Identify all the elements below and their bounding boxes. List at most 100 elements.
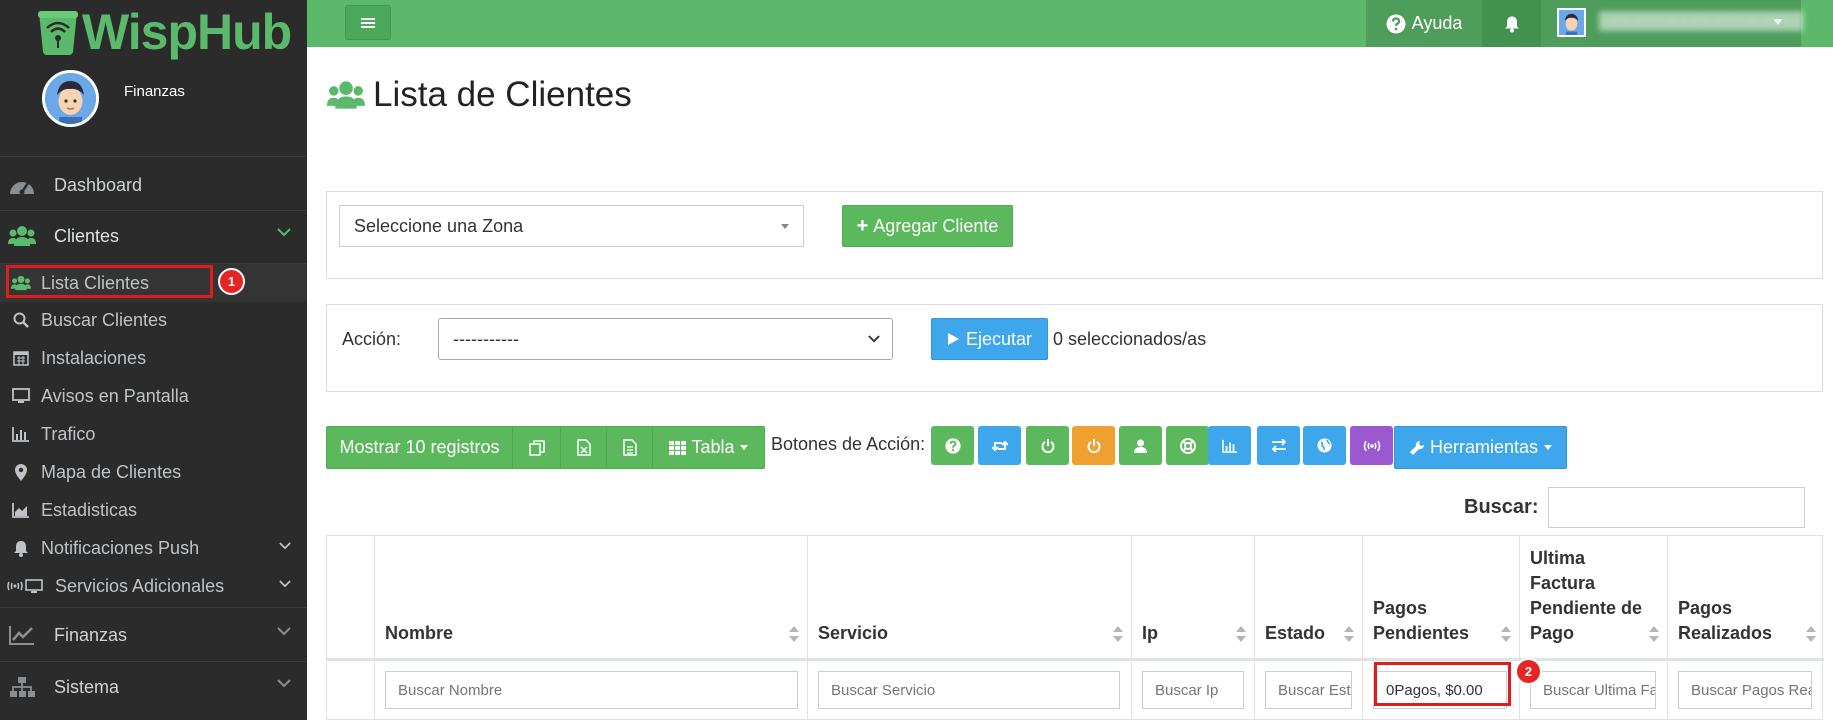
globe-icon bbox=[1317, 438, 1332, 453]
sort-icon bbox=[1113, 626, 1123, 642]
sort-icon bbox=[1806, 626, 1816, 642]
filter-estado-input[interactable] bbox=[1265, 671, 1352, 709]
broadcast-action-button[interactable] bbox=[1350, 426, 1393, 465]
table-grid-icon bbox=[669, 440, 687, 455]
sort-icon bbox=[1236, 626, 1246, 642]
view-mode-dropdown[interactable]: Tabla bbox=[653, 427, 764, 468]
chevron-down-icon bbox=[277, 627, 291, 636]
tools-label: Herramientas bbox=[1429, 437, 1539, 457]
filter-cell bbox=[808, 661, 1132, 720]
user-avatar-small bbox=[1557, 8, 1586, 37]
wrench-icon bbox=[1409, 440, 1424, 455]
column-header-ip[interactable]: Ip bbox=[1132, 536, 1255, 658]
sidebar-item-clientes[interactable]: Clientes bbox=[0, 211, 307, 261]
top-navbar: Ayuda ██████████████████ bbox=[307, 0, 1833, 47]
zona-select[interactable]: Seleccione una Zona bbox=[339, 205, 804, 247]
sidebar-item-mapa-clientes[interactable]: Mapa de Clientes bbox=[0, 453, 307, 491]
sidebar-item-instalaciones[interactable]: Instalaciones bbox=[0, 339, 307, 377]
step-marker-2: 2 bbox=[1515, 658, 1542, 685]
column-header-ultima-factura[interactable]: Ultima Factura Pendiente de Pago bbox=[1520, 536, 1668, 658]
bar-chart-icon bbox=[1221, 439, 1237, 453]
avatar-face-icon bbox=[1559, 10, 1584, 35]
help-label: Ayuda bbox=[1411, 13, 1463, 33]
copy-icon bbox=[528, 439, 545, 456]
user-role: Finanzas bbox=[124, 83, 185, 100]
users-icon bbox=[8, 223, 36, 249]
filter-pagos-realizados-input[interactable] bbox=[1678, 671, 1812, 709]
bell-icon bbox=[11, 538, 31, 558]
column-header-pagos-pendientes[interactable]: Pagos Pendientes bbox=[1363, 536, 1520, 658]
traffic-chart-action-button[interactable] bbox=[1208, 426, 1251, 465]
exchange-action-button[interactable] bbox=[1257, 426, 1300, 465]
export-pdf-button[interactable] bbox=[607, 427, 653, 468]
sidebar-toggle-button[interactable] bbox=[345, 5, 391, 40]
add-client-button[interactable]: + Agregar Cliente bbox=[842, 205, 1013, 247]
help-button[interactable]: Ayuda bbox=[1366, 0, 1482, 47]
sort-icon bbox=[1501, 626, 1511, 642]
filter-nombre-input[interactable] bbox=[385, 671, 798, 709]
column-header-nombre[interactable]: Nombre bbox=[375, 536, 808, 658]
export-excel-button[interactable] bbox=[561, 427, 607, 468]
sidebar-item-dashboard[interactable]: Dashboard bbox=[0, 160, 307, 210]
brand-name: WispHub bbox=[82, 4, 292, 60]
map-marker-icon bbox=[11, 462, 31, 482]
bar-chart-icon bbox=[11, 424, 31, 444]
copy-button[interactable] bbox=[513, 427, 561, 468]
broadcast-monitor-icon bbox=[7, 576, 43, 596]
filter-cell bbox=[1132, 661, 1255, 720]
power-off-action-button[interactable] bbox=[1072, 426, 1115, 465]
sidebar-item-estadisticas[interactable]: Estadisticas bbox=[0, 491, 307, 529]
tools-dropdown-button[interactable]: Herramientas bbox=[1394, 426, 1567, 469]
selected-count: 0 seleccionados/as bbox=[1053, 329, 1207, 349]
user-avatar[interactable] bbox=[42, 70, 99, 127]
sidebar-item-trafico[interactable]: Trafico bbox=[0, 415, 307, 453]
filter-ultima-factura-input[interactable] bbox=[1530, 671, 1656, 709]
brand-logo[interactable]: WispHub bbox=[36, 4, 292, 60]
column-header-estado[interactable]: Estado bbox=[1255, 536, 1363, 658]
sidebar-divider bbox=[0, 607, 307, 608]
show-records-button[interactable]: Mostrar 10 registros bbox=[327, 427, 513, 468]
help-action-button[interactable] bbox=[931, 426, 974, 465]
execute-label: Ejecutar bbox=[965, 328, 1033, 349]
bell-icon bbox=[1504, 16, 1519, 32]
sidebar-item-label: Instalaciones bbox=[41, 347, 147, 368]
sidebar-item-buscar-clientes[interactable]: Buscar Clientes bbox=[0, 301, 307, 339]
sidebar-item-avisos-pantalla[interactable]: Avisos en Pantalla bbox=[0, 377, 307, 415]
execute-button[interactable]: Ejecutar bbox=[931, 318, 1048, 360]
retweet-action-button[interactable] bbox=[978, 426, 1021, 465]
search-input[interactable] bbox=[1548, 487, 1805, 528]
power-on-action-button[interactable] bbox=[1026, 426, 1069, 465]
broadcast-icon bbox=[1363, 440, 1380, 451]
sidebar-item-notificaciones-push[interactable]: Notificaciones Push bbox=[0, 529, 307, 567]
column-header-select[interactable] bbox=[327, 536, 375, 658]
user-menu-button[interactable]: ██████████████████ bbox=[1541, 0, 1803, 47]
column-header-pagos-realizados[interactable]: Pagos Realizados bbox=[1668, 536, 1824, 658]
accion-select[interactable]: ----------- bbox=[438, 318, 893, 360]
page-title: Lista de Clientes bbox=[327, 75, 632, 115]
sidebar-item-label: Avisos en Pantalla bbox=[41, 385, 189, 406]
excel-file-icon bbox=[576, 439, 591, 456]
play-icon bbox=[947, 333, 959, 345]
filter-cell-empty bbox=[327, 661, 375, 720]
support-action-button[interactable] bbox=[1166, 426, 1209, 465]
user-action-button[interactable] bbox=[1119, 426, 1162, 465]
sidebar-item-finanzas[interactable]: Finanzas bbox=[0, 610, 307, 660]
sort-icon bbox=[1649, 626, 1659, 642]
accion-label: Acción: bbox=[342, 329, 402, 349]
sidebar-item-sistema[interactable]: Sistema bbox=[0, 662, 307, 712]
filter-cell bbox=[1668, 661, 1824, 720]
chevron-down-icon bbox=[277, 228, 291, 237]
filter-ip-input[interactable] bbox=[1142, 671, 1244, 709]
sidebar-item-servicios-adicionales[interactable]: Servicios Adicionales bbox=[0, 567, 307, 605]
globe-action-button[interactable] bbox=[1303, 426, 1346, 465]
question-circle-icon bbox=[944, 437, 961, 454]
filter-cell bbox=[375, 661, 808, 720]
highlight-box-pagos-pendientes bbox=[1374, 662, 1511, 706]
area-chart-icon bbox=[11, 500, 31, 520]
sidebar-item-label: Trafico bbox=[41, 423, 96, 444]
chevron-down-icon bbox=[279, 542, 291, 550]
sidebar: WispHub Finanzas Dashboard Clientes List… bbox=[0, 0, 307, 720]
filter-servicio-input[interactable] bbox=[818, 671, 1120, 709]
notifications-button[interactable] bbox=[1482, 0, 1541, 47]
column-header-servicio[interactable]: Servicio bbox=[808, 536, 1132, 658]
